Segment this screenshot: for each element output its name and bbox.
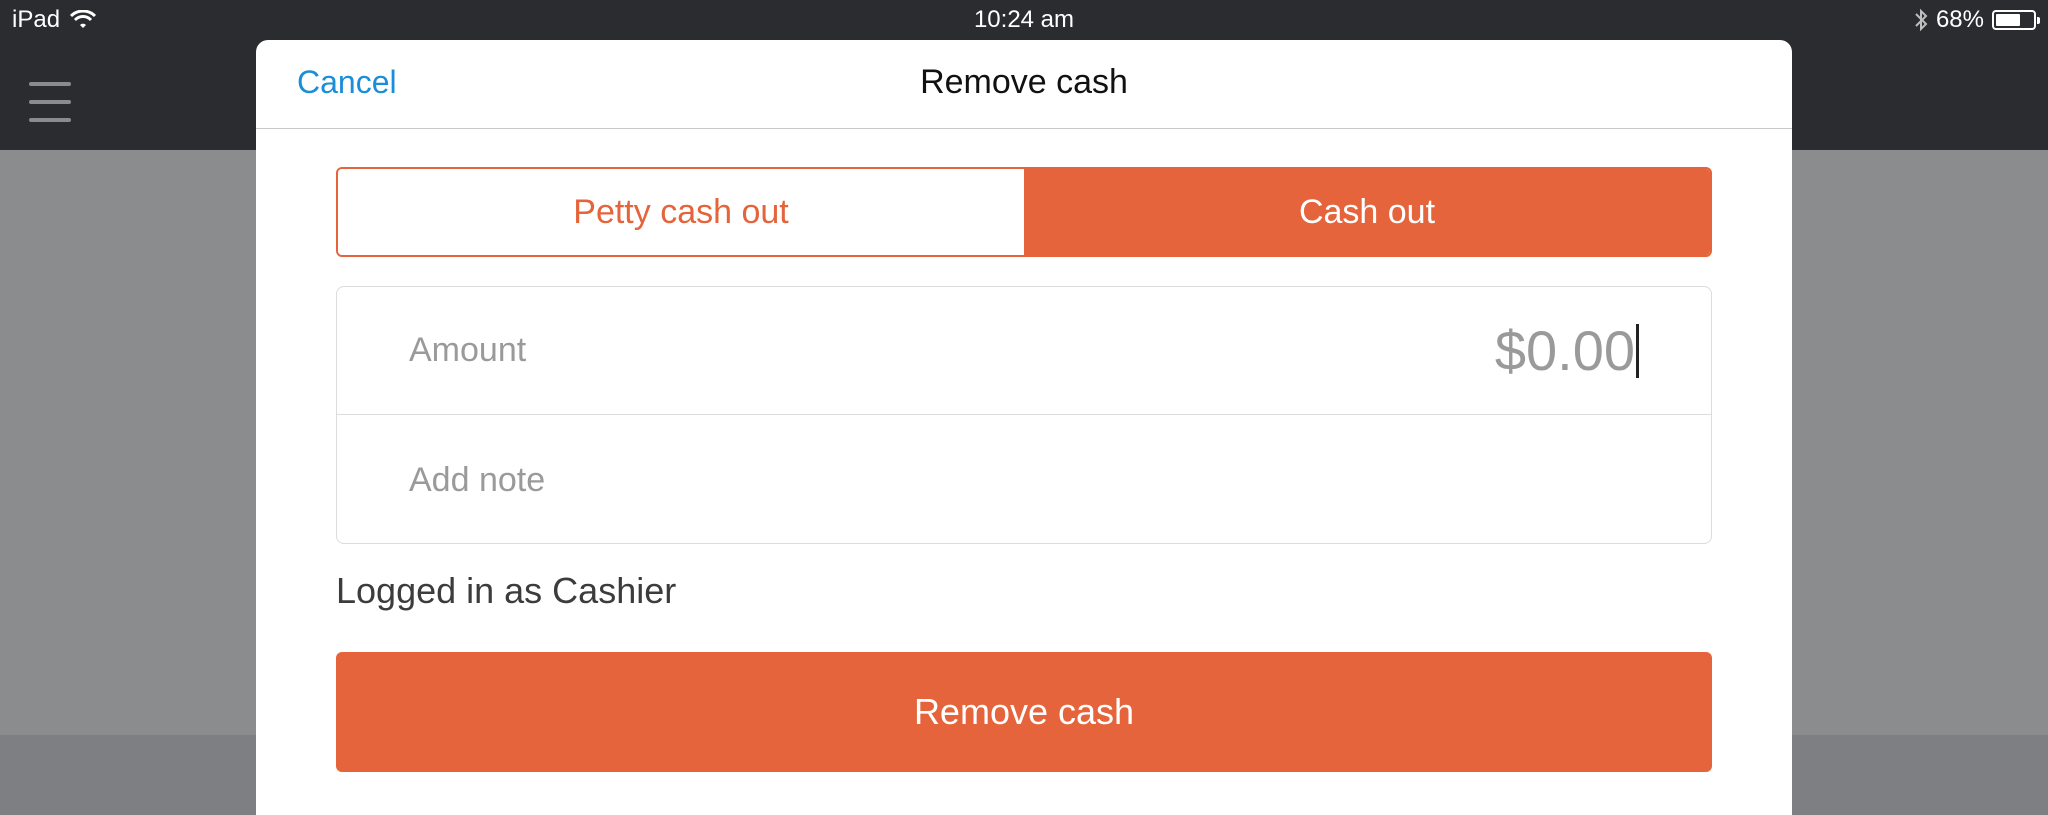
logged-in-label: Logged in as Cashier xyxy=(336,570,677,611)
amount-label: Amount xyxy=(409,331,527,369)
note-field[interactable]: Add note xyxy=(409,461,545,500)
status-bar: iPad 10:24 am 68% xyxy=(0,0,2048,40)
amount-value: $0.00 xyxy=(1494,319,1635,382)
remove-cash-modal: Cancel Remove cash Petty cash out Cash o… xyxy=(256,40,1792,815)
remove-cash-button[interactable]: Remove cash xyxy=(336,652,1712,772)
note-row[interactable]: Add note xyxy=(337,416,1711,544)
cash-type-segmented-control: Petty cash out Cash out xyxy=(336,167,1712,257)
modal-header: Cancel Remove cash xyxy=(256,40,1792,129)
segment-petty-cash-out[interactable]: Petty cash out xyxy=(338,169,1024,255)
screen: iPad 10:24 am 68% Cancel Remove cash Pet… xyxy=(0,0,2048,815)
amount-row[interactable]: Amount $0.00 xyxy=(337,287,1711,415)
status-time: 10:24 am xyxy=(973,6,1075,33)
battery-percent: 68% xyxy=(1935,6,1984,33)
modal-title: Remove cash xyxy=(920,63,1128,101)
battery-icon xyxy=(1992,10,2040,30)
bluetooth-icon xyxy=(1915,8,1928,32)
segment-cash-out[interactable]: Cash out xyxy=(1024,169,1710,255)
form-card: Amount $0.00 Add note xyxy=(336,286,1712,544)
text-cursor xyxy=(1636,323,1639,378)
hamburger-menu-icon[interactable] xyxy=(29,82,71,122)
amount-input[interactable]: $0.00 xyxy=(1495,318,1639,383)
